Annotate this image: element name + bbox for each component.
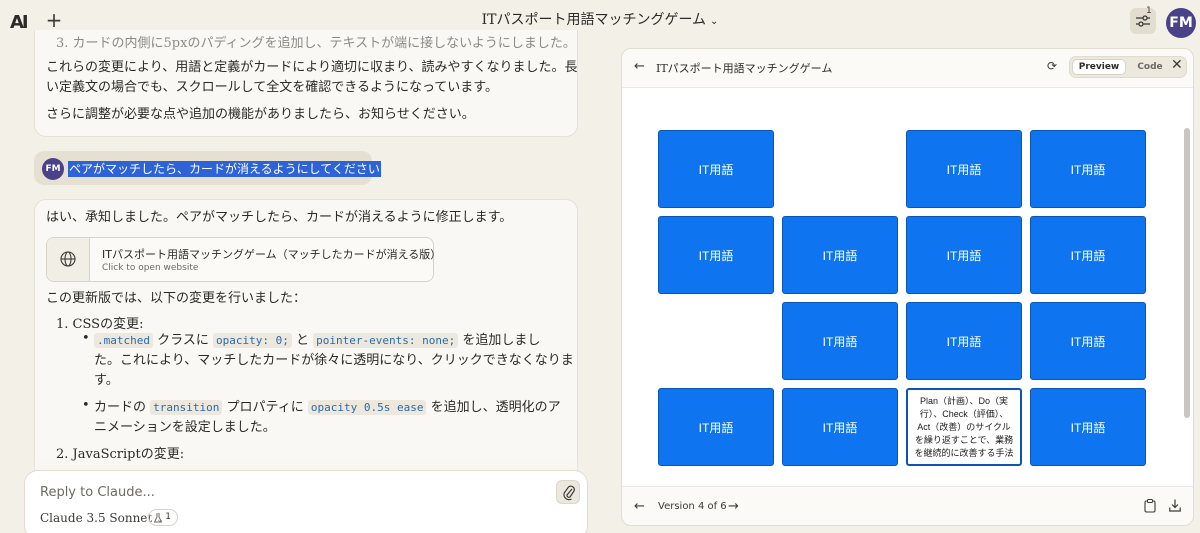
- bullet-text-part: を追加しまし: [458, 333, 541, 348]
- copy-icon[interactable]: [1144, 499, 1156, 513]
- card[interactable]: IT用語: [658, 388, 774, 466]
- card[interactable]: IT用語: [906, 302, 1022, 380]
- artifact-panel-header: ← ITパスポート用語マッチングゲーム ⟳ Preview Code ✕: [622, 49, 1193, 87]
- globe-icon: [60, 251, 76, 267]
- artifact-panel-footer: ← Version 4 of 6 →: [622, 489, 1193, 525]
- card[interactable]: IT用語: [658, 216, 774, 294]
- bullet-text-part: クラスに: [152, 333, 213, 348]
- artifact-title: ITパスポート用語マッチングゲーム（マッチしたカードが消える版）: [102, 248, 442, 261]
- card[interactable]: IT用語: [906, 216, 1022, 294]
- card[interactable]: IT用語: [1030, 302, 1146, 380]
- inline-code: opacity 0.5s ease: [307, 400, 427, 415]
- bullet-text: ニメーションを設定しました。: [94, 420, 276, 435]
- artifact-icon-box: [47, 238, 90, 281]
- conversation-title-text: ITパスポート用語マッチングゲーム: [481, 12, 707, 28]
- preview-scrollbar[interactable]: [1184, 128, 1190, 418]
- refresh-icon[interactable]: ⟳: [1047, 59, 1057, 73]
- download-icon[interactable]: [1169, 499, 1181, 512]
- paperclip-icon: [563, 485, 575, 501]
- user-avatar[interactable]: FM: [1166, 8, 1196, 38]
- bullet-text: た。これにより、マッチしたカードが徐々に透明になり、クリックできなくなりま: [94, 353, 574, 368]
- conversation-title[interactable]: ITパスポート用語マッチングゲーム ⌄: [0, 9, 1200, 29]
- inline-code: pointer-events: none;: [313, 333, 459, 348]
- message-text: さらに調整が必要な点や追加の機能がありましたら、お知らせください。: [46, 107, 475, 122]
- faded-list-item: 3. カードの内側に5pxのパディングを追加し、テキストが端に接しないようにしま…: [56, 36, 576, 51]
- message-text: これらの変更により、用語と定義がカードにより適切に収まり、読みやすくなりました。…: [46, 60, 578, 75]
- bullet-text: す。: [94, 373, 119, 388]
- inline-code: transition: [150, 400, 223, 415]
- preview-area: IT用語 IT用語 IT用語 IT用語 IT用語 IT用語 IT用語 IT用語 IT用語 IT用語…: [622, 87, 1193, 487]
- bullet-text-part: を追加し、透明化のア: [426, 400, 561, 415]
- next-version-icon[interactable]: →: [728, 499, 739, 514]
- version-label: Version 4 of 6: [658, 501, 727, 512]
- bullet-text: .matched クラスに opacity: 0; と pointer-even…: [94, 331, 540, 351]
- settings-button[interactable]: [1130, 8, 1156, 34]
- card[interactable]: IT用語: [782, 388, 898, 466]
- model-name: Claude 3.5 Sonnet: [40, 511, 153, 525]
- bullet-text-part: カードの: [94, 400, 151, 415]
- artifact-panel: ← ITパスポート用語マッチングゲーム ⟳ Preview Code ✕ IT用…: [621, 48, 1194, 526]
- user-message-text: ペアがマッチしたら、カードが消えるようにしてください: [68, 161, 381, 177]
- bullet-text: カードの transition プロパティに opacity 0.5s ease…: [94, 398, 561, 418]
- reply-input-placeholder[interactable]: Reply to Claude...: [40, 485, 155, 500]
- card[interactable]: IT用語: [782, 216, 898, 294]
- artifact-card[interactable]: ITパスポート用語マッチングゲーム（マッチしたカードが消える版） Click t…: [46, 237, 441, 282]
- model-selector[interactable]: Claude 3.5 Sonnet ⌄: [40, 511, 164, 525]
- message-text: この更新版では、以下の変更を行いました：: [46, 291, 307, 306]
- card[interactable]: IT用語: [1030, 216, 1146, 294]
- artifact-subtitle: Click to open website: [102, 263, 199, 273]
- pill-count: 1: [165, 512, 171, 522]
- message-text: い定義文の場合でも、スクロールして全文を確認できるようになっています。: [46, 80, 499, 95]
- tab-code[interactable]: Code: [1132, 60, 1168, 74]
- chat-area: 3. カードの内側に5pxのパディングを追加し、テキストが端に接しないようにしま…: [0, 30, 600, 533]
- attach-button[interactable]: [556, 480, 580, 504]
- inline-code: .matched: [94, 333, 153, 348]
- bullet-text-part: と: [291, 333, 314, 348]
- view-toggle: Preview Code: [1069, 56, 1187, 78]
- sliders-icon: [1136, 15, 1150, 27]
- back-arrow-icon[interactable]: ←: [634, 59, 645, 74]
- bullet-text-part: プロパティに: [222, 400, 308, 415]
- settings-count-badge: 1: [1146, 6, 1152, 16]
- bullet-dot: •: [82, 331, 90, 346]
- user-message-avatar: FM: [42, 158, 64, 180]
- bullet-dot: •: [82, 398, 90, 413]
- tab-preview[interactable]: Preview: [1072, 59, 1126, 75]
- close-icon[interactable]: ✕: [1171, 57, 1183, 73]
- card[interactable]: IT用語: [1030, 388, 1146, 466]
- card[interactable]: IT用語: [1030, 130, 1146, 208]
- card[interactable]: IT用語: [782, 302, 898, 380]
- card[interactable]: IT用語: [906, 130, 1022, 208]
- artifact-panel-title: ITパスポート用語マッチングゲーム: [656, 62, 833, 75]
- style-pill-button[interactable]: 1: [148, 509, 178, 526]
- inline-code: opacity: 0;: [213, 333, 292, 348]
- chevron-down-icon: ⌄: [710, 16, 719, 27]
- previous-version-icon[interactable]: ←: [634, 499, 645, 514]
- flask-icon: [154, 513, 162, 523]
- message-text: はい、承知しました。ペアがマッチしたら、カードが消えるように修正します。: [46, 210, 513, 225]
- card-flipped[interactable]: Plan（計画）、Do（実行）、Check（評価）、Act（改善）のサイクルを繰…: [906, 388, 1022, 466]
- card[interactable]: IT用語: [658, 130, 774, 208]
